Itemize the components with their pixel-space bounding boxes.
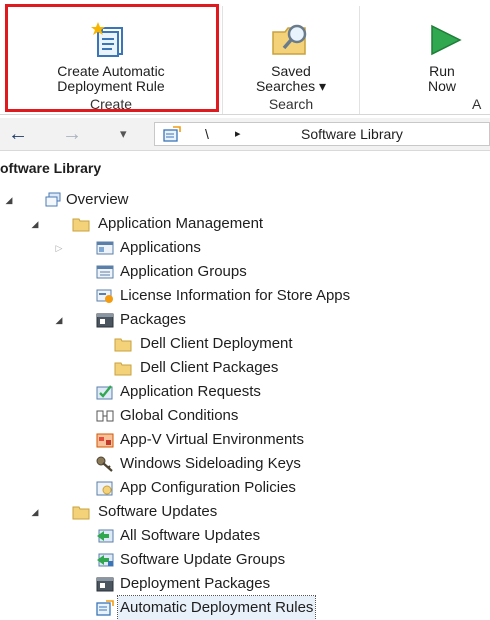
folder-icon bbox=[114, 338, 132, 352]
folder-icon bbox=[72, 506, 90, 520]
expanded-triangle-icon[interactable]: ◢ bbox=[52, 308, 66, 332]
overview-icon bbox=[45, 192, 61, 207]
expanded-triangle-icon[interactable]: ◢ bbox=[28, 212, 42, 236]
tree-item-overview[interactable]: ◢ Overview bbox=[0, 188, 490, 212]
create-button-label-line1: Create Automatic bbox=[57, 63, 165, 79]
tree-item-applications[interactable]: ▷ Applications bbox=[0, 236, 490, 260]
saved-searches-icon bbox=[272, 24, 307, 55]
address-bar: ← → ▾ \ ▸ Software Library bbox=[0, 118, 490, 151]
tree-item-app-configuration-policies[interactable]: App Configuration Policies bbox=[0, 476, 490, 500]
tree-item-application-groups[interactable]: Application Groups bbox=[0, 260, 490, 284]
ribbon-group-run: Run Now A bbox=[360, 0, 490, 114]
run-now-label-line1: Run bbox=[429, 63, 455, 79]
package-icon bbox=[96, 577, 114, 592]
run-now-label-line2: Now bbox=[427, 78, 456, 94]
create-group-label: Create bbox=[89, 96, 133, 112]
tree-item-software-update-groups[interactable]: Software Update Groups bbox=[0, 548, 490, 572]
run-group-label: A bbox=[472, 96, 482, 112]
saved-searches-label-line2: Searches ▾ bbox=[255, 78, 327, 94]
back-button[interactable]: ← bbox=[8, 118, 34, 150]
ribbon-group-create: Create Automatic Deployment Rule Create bbox=[0, 0, 222, 114]
run-play-icon bbox=[431, 24, 462, 56]
tree-item-application-management[interactable]: ◢ Application Management bbox=[0, 212, 490, 236]
collapsed-triangle-icon[interactable]: ▷ bbox=[52, 236, 66, 260]
software-library-icon bbox=[163, 126, 181, 142]
run-now-button[interactable]: Run Now bbox=[404, 0, 480, 96]
application-groups-icon bbox=[96, 265, 114, 279]
new-rule-icon bbox=[91, 22, 123, 57]
create-automatic-deployment-rule-button[interactable]: Create Automatic Deployment Rule bbox=[8, 0, 214, 96]
software-update-groups-icon bbox=[97, 553, 114, 567]
forward-button[interactable]: → bbox=[62, 118, 88, 150]
tree-item-software-updates[interactable]: ◢ Software Updates bbox=[0, 500, 490, 524]
tree-item-automatic-deployment-rules[interactable]: Automatic Deployment Rules bbox=[0, 595, 490, 620]
package-icon bbox=[96, 313, 114, 328]
tree-item-all-software-updates[interactable]: All Software Updates bbox=[0, 524, 490, 548]
deployment-rule-icon bbox=[96, 600, 114, 616]
folder-icon bbox=[72, 218, 90, 232]
breadcrumb-arrow-icon[interactable]: ▸ bbox=[235, 123, 241, 145]
tree-item-appv-virtual-environments[interactable]: App-V Virtual Environments bbox=[0, 428, 490, 452]
search-group-label: Search bbox=[268, 96, 314, 112]
key-icon bbox=[96, 456, 113, 472]
license-icon bbox=[96, 289, 113, 303]
breadcrumb-path[interactable]: Software Library bbox=[301, 123, 403, 145]
saved-searches-label-line1: Saved bbox=[271, 63, 311, 79]
tree-item-deployment-packages[interactable]: Deployment Packages bbox=[0, 572, 490, 596]
tree-item-dell-client-packages[interactable]: Dell Client Packages bbox=[0, 356, 490, 380]
tree-item-license-information[interactable]: License Information for Store Apps bbox=[0, 284, 490, 308]
create-button-label-line2: Deployment Rule bbox=[57, 78, 165, 94]
tree-item-application-requests[interactable]: Application Requests bbox=[0, 380, 490, 404]
software-updates-icon bbox=[97, 529, 114, 543]
applications-icon bbox=[96, 241, 114, 255]
history-dropdown-button[interactable]: ▾ bbox=[120, 118, 138, 150]
ribbon: Create Automatic Deployment Rule Create … bbox=[0, 0, 490, 115]
folder-icon bbox=[114, 362, 132, 376]
expanded-triangle-icon[interactable]: ◢ bbox=[28, 500, 42, 524]
app-configuration-icon bbox=[96, 481, 113, 496]
tree-item-dell-client-deployment[interactable]: Dell Client Deployment bbox=[0, 332, 490, 356]
application-requests-icon bbox=[96, 385, 113, 400]
breadcrumb-separator: \ bbox=[205, 126, 209, 142]
appv-environment-icon bbox=[96, 433, 114, 448]
expanded-triangle-icon[interactable]: ◢ bbox=[2, 188, 16, 212]
tree-item-global-conditions[interactable]: Global Conditions bbox=[0, 404, 490, 428]
tree-item-windows-sideloading-keys[interactable]: Windows Sideloading Keys bbox=[0, 452, 490, 476]
saved-searches-button[interactable]: Saved Searches ▾ bbox=[233, 0, 349, 96]
breadcrumb[interactable]: \ ▸ Software Library bbox=[154, 122, 490, 146]
global-conditions-icon bbox=[96, 410, 114, 422]
pane-title: oftware Library bbox=[0, 160, 102, 176]
tree-item-packages[interactable]: ◢ Packages bbox=[0, 308, 490, 332]
ribbon-group-search: Saved Searches ▾ Search bbox=[223, 0, 359, 114]
